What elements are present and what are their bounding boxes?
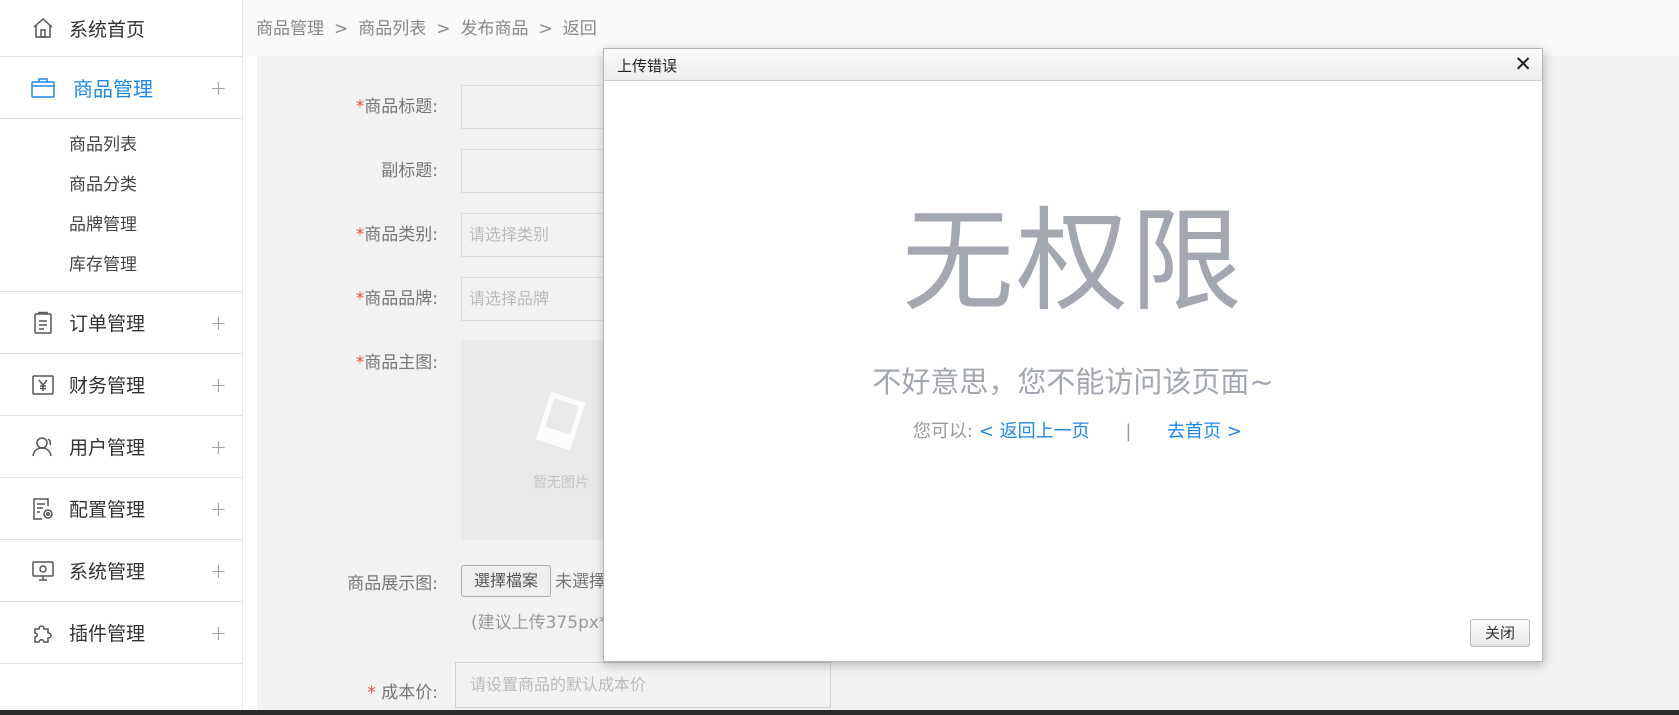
expand-icon[interactable]: + bbox=[210, 76, 227, 100]
nav-item-plugins[interactable]: 插件管理 + bbox=[0, 602, 242, 664]
back-link[interactable]: < 返回上一页 bbox=[979, 421, 1090, 442]
sidebar: 系统首页 商品管理 + 商品列表 商品分类 品牌管理 库存管理 订单管理 + 财… bbox=[0, 0, 243, 715]
main-image-upload[interactable]: 暂无图片 bbox=[461, 340, 603, 540]
breadcrumb-separator: > bbox=[436, 19, 451, 39]
puzzle-icon bbox=[34, 624, 52, 643]
brand-label: *商品品牌: bbox=[355, 289, 438, 309]
subnav-item-goods-category[interactable]: 商品分类 bbox=[0, 165, 242, 205]
clipboard-icon bbox=[34, 311, 52, 334]
nav-item-home[interactable]: 系统首页 bbox=[0, 0, 242, 57]
settings-doc-icon bbox=[33, 497, 53, 520]
main-image-label: *商品主图: bbox=[355, 353, 438, 373]
breadcrumb-separator: > bbox=[538, 19, 553, 39]
nav-item-finance[interactable]: 财务管理 + bbox=[0, 354, 242, 416]
monitor-icon bbox=[32, 560, 54, 581]
expand-icon[interactable]: + bbox=[210, 497, 227, 521]
nav-label-users: 用户管理 bbox=[69, 437, 146, 459]
you-can-label: 您可以: bbox=[913, 421, 974, 442]
briefcase-icon bbox=[31, 77, 55, 98]
home-link[interactable]: 去首页 > bbox=[1167, 421, 1242, 442]
subtitle-label: 副标题: bbox=[381, 161, 438, 181]
subnav-item-goods-list[interactable]: 商品列表 bbox=[0, 125, 242, 165]
yen-icon bbox=[32, 374, 54, 395]
nav-label-config: 配置管理 bbox=[69, 499, 146, 521]
nav-label-finance: 财务管理 bbox=[69, 375, 146, 397]
bottom-bar bbox=[0, 710, 1679, 715]
choose-file-button[interactable]: 選擇檔案 bbox=[461, 565, 551, 597]
nav-item-system[interactable]: 系统管理 + bbox=[0, 540, 242, 602]
file-status: 未選擇 bbox=[555, 572, 606, 592]
breadcrumb-separator: > bbox=[334, 19, 349, 39]
link-divider: | bbox=[1125, 421, 1132, 442]
cost-input[interactable]: 请设置商品的默认成本价 bbox=[455, 662, 831, 708]
close-icon[interactable]: ✕ bbox=[1514, 52, 1532, 76]
no-image-icon bbox=[535, 391, 586, 451]
cost-label: * 成本价: bbox=[367, 683, 438, 703]
action-links: 您可以: < 返回上一页 | 去首页 > bbox=[913, 417, 1242, 443]
nav-label-home: 系统首页 bbox=[69, 18, 146, 41]
nav-label-orders: 订单管理 bbox=[69, 313, 146, 335]
error-message: 不好意思，您不能访问该页面~ bbox=[872, 365, 1274, 399]
dialog-title: 上传错误 bbox=[617, 57, 678, 75]
breadcrumb-item[interactable]: 发布商品 bbox=[461, 19, 529, 39]
expand-icon[interactable]: + bbox=[210, 373, 227, 397]
user-icon bbox=[32, 436, 52, 456]
title-input[interactable] bbox=[461, 85, 611, 129]
expand-icon[interactable]: + bbox=[210, 311, 227, 335]
expand-icon[interactable]: + bbox=[210, 621, 227, 645]
category-label: *商品类别: bbox=[355, 225, 438, 245]
subtitle-input[interactable] bbox=[461, 149, 611, 193]
gallery-hint: (建议上传375px* bbox=[471, 613, 608, 633]
nav-item-config[interactable]: 配置管理 + bbox=[0, 478, 242, 540]
breadcrumb-back[interactable]: 返回 bbox=[563, 19, 597, 39]
nav-item-orders[interactable]: 订单管理 + bbox=[0, 292, 242, 354]
expand-icon[interactable]: + bbox=[210, 559, 227, 583]
nav-label-goods: 商品管理 bbox=[73, 77, 153, 101]
gallery-label: 商品展示图: bbox=[347, 574, 438, 594]
title-label: *商品标题: bbox=[355, 97, 438, 117]
nav-item-users[interactable]: 用户管理 + bbox=[0, 416, 242, 478]
home-icon bbox=[33, 17, 53, 38]
breadcrumb-item[interactable]: 商品管理 bbox=[256, 19, 324, 39]
no-permission-heading: 无权限 bbox=[902, 197, 1244, 327]
category-select[interactable]: 请选择类别 bbox=[461, 213, 611, 257]
no-image-text: 暂无图片 bbox=[533, 475, 589, 491]
subnav-item-brand[interactable]: 品牌管理 bbox=[0, 205, 242, 245]
close-button[interactable]: 关闭 bbox=[1470, 619, 1530, 647]
nav-label-system: 系统管理 bbox=[69, 561, 146, 583]
nav-label-plugins: 插件管理 bbox=[69, 623, 146, 645]
subnav-item-stock[interactable]: 库存管理 bbox=[0, 245, 242, 285]
error-dialog: 上传错误 ✕ 无权限 不好意思，您不能访问该页面~ 您可以: < 返回上一页 |… bbox=[603, 48, 1543, 662]
dialog-header: 上传错误 ✕ bbox=[604, 49, 1542, 81]
expand-icon[interactable]: + bbox=[210, 435, 227, 459]
breadcrumb-item[interactable]: 商品列表 bbox=[358, 19, 426, 39]
nav-item-goods[interactable]: 商品管理 + bbox=[0, 57, 242, 119]
brand-select[interactable]: 请选择品牌 bbox=[461, 277, 611, 321]
goods-subnav: 商品列表 商品分类 品牌管理 库存管理 bbox=[0, 119, 242, 292]
